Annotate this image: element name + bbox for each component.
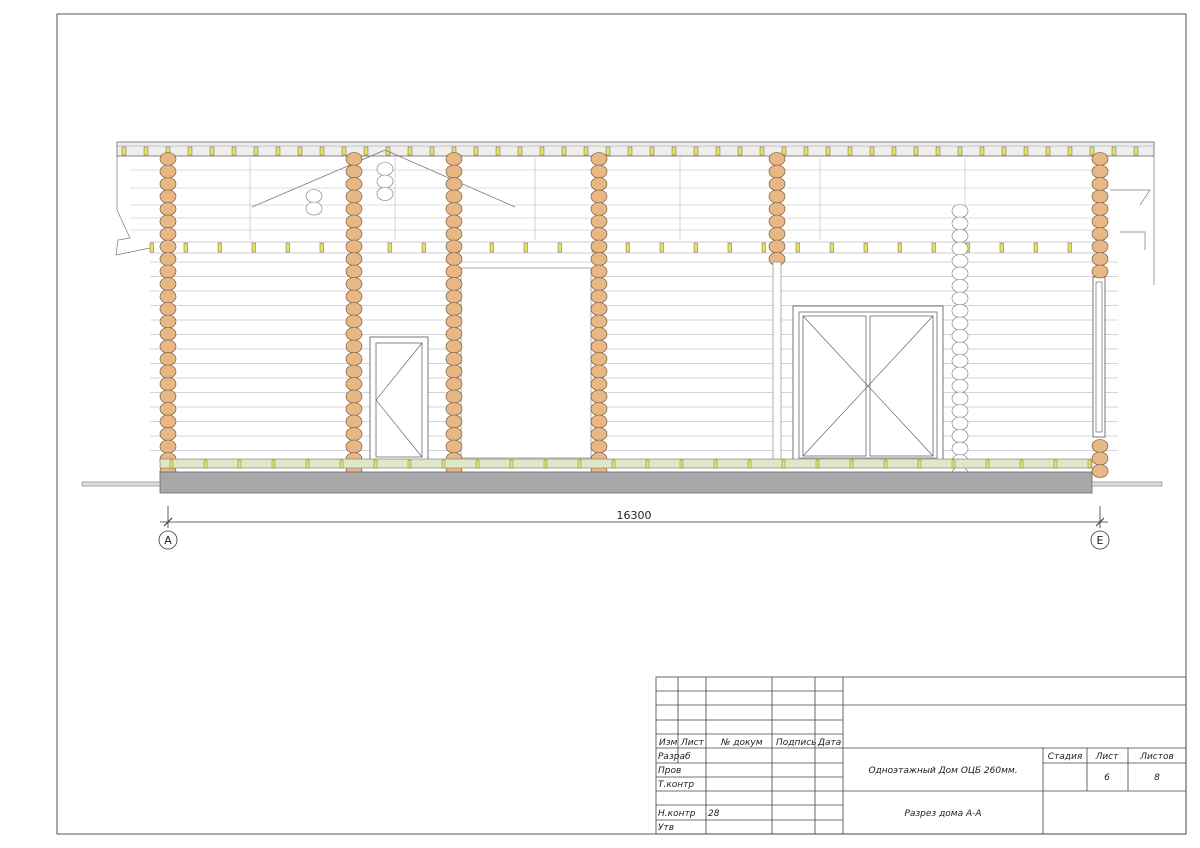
header-doc-no: № докум	[720, 738, 763, 748]
sheet-value: 6	[1104, 773, 1110, 783]
header-date: Дата	[817, 738, 841, 748]
axis-label-left: А	[164, 534, 172, 547]
log-columns	[159, 152, 1109, 481]
project-name: Одноэтажный Дом ОЦБ 260мм.	[868, 766, 1017, 776]
role-utv: Утв	[658, 823, 674, 833]
foundation-slab	[159, 471, 1093, 494]
nkontr-value: 28	[708, 809, 720, 819]
sheets-label: Листов	[1139, 752, 1174, 762]
eave-left	[115, 156, 151, 256]
sheet-title: Разрез дома А-А	[904, 809, 981, 819]
sheet-label: Лист	[1095, 752, 1120, 762]
eave-right	[1110, 156, 1155, 285]
dimension-value: 16300	[617, 509, 652, 522]
axis-marker-right: Е	[1090, 530, 1110, 550]
sheet-frame	[56, 13, 1187, 835]
ground-line-left	[81, 481, 161, 487]
wall-log-courses	[150, 261, 1118, 451]
header-list: Лист	[680, 738, 705, 748]
dimension-line: 16300	[160, 506, 1108, 528]
role-nkontr: Н.контр	[658, 809, 696, 819]
double-door	[792, 305, 944, 461]
ground-line-right	[1091, 481, 1163, 487]
sheets-value: 8	[1154, 773, 1160, 783]
window-right	[1092, 276, 1106, 438]
drawing-sheet: 16300 А Е Изм Лист № докум Подпись Дата …	[56, 13, 1187, 835]
door-left	[369, 336, 429, 461]
title-block-text: Изм Лист № докум Подпись Дата Разраб Про…	[658, 738, 1174, 833]
corridor-opening	[460, 267, 592, 459]
stage-label: Стадия	[1048, 752, 1083, 762]
role-tkontr: Т.контр	[658, 780, 694, 790]
ceiling-joists	[149, 242, 1072, 253]
header-izm: Изм	[659, 738, 678, 748]
header-sign: Подпись	[776, 738, 816, 748]
house-section-drawing	[81, 141, 1163, 494]
role-prov: Пров	[658, 766, 681, 776]
axis-label-right: Е	[1097, 534, 1104, 547]
roof-slab	[116, 141, 1155, 157]
axis-marker-left: А	[158, 530, 178, 550]
role-razrab: Разраб	[658, 752, 691, 762]
